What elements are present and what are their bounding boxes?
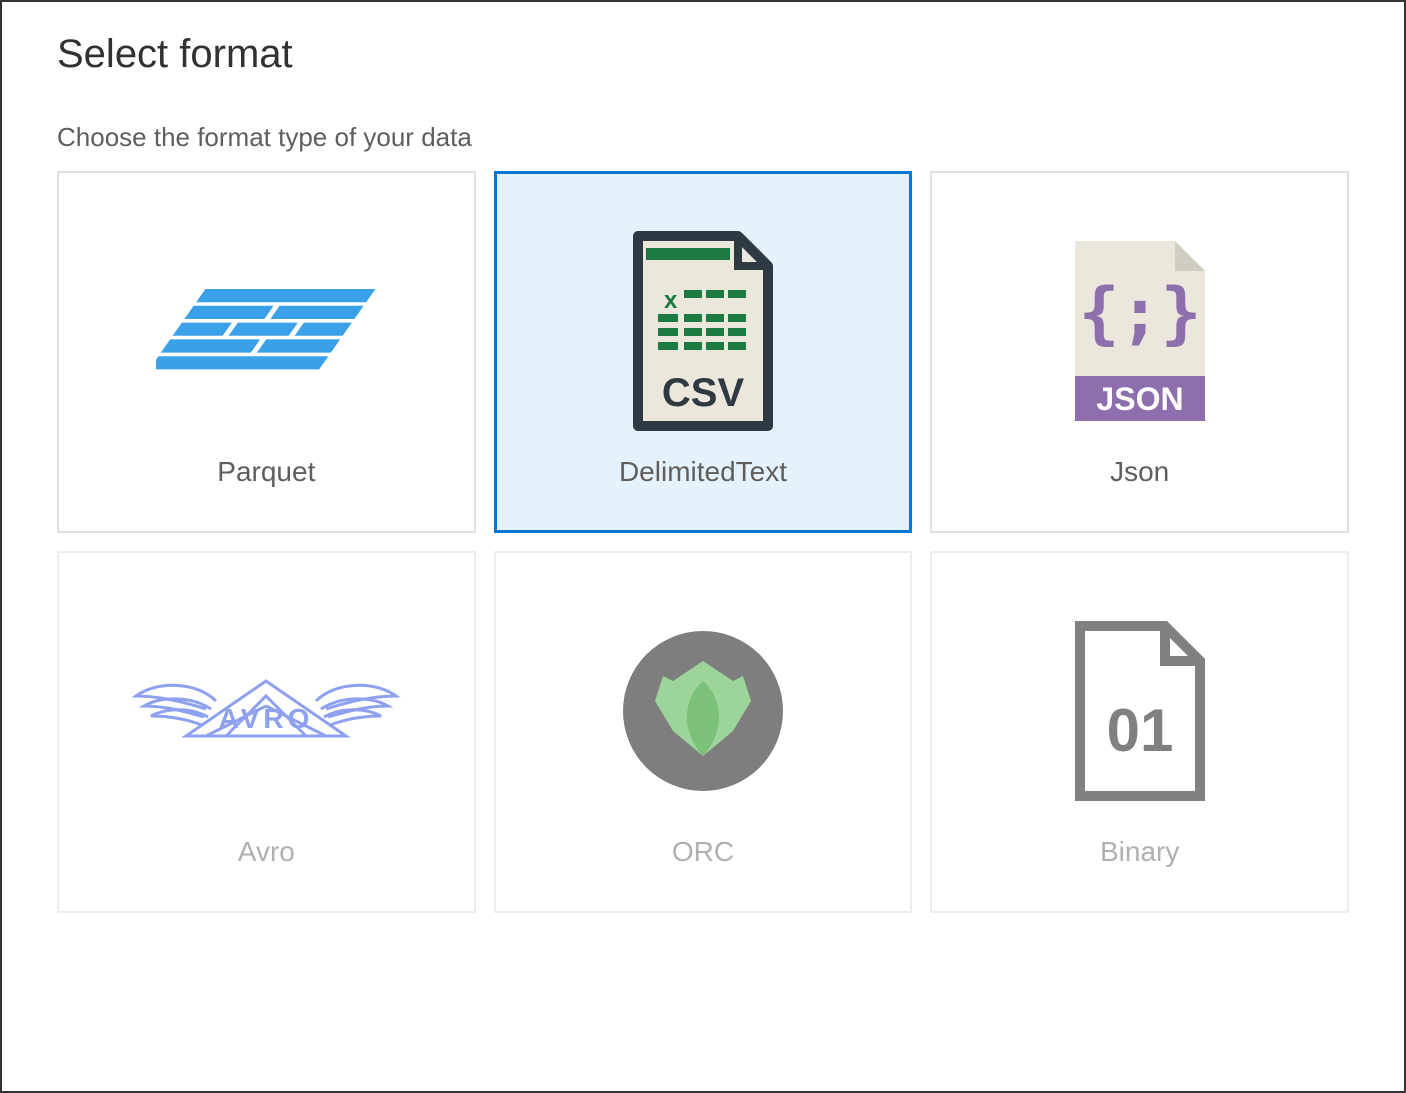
page-subtitle: Choose the format type of your data xyxy=(57,122,1349,153)
select-format-panel: Select format Choose the format type of … xyxy=(0,0,1406,1093)
format-card-parquet[interactable]: Parquet xyxy=(57,171,476,533)
parquet-icon xyxy=(156,216,376,446)
format-label: Json xyxy=(1110,456,1169,488)
format-label: Parquet xyxy=(217,456,315,488)
format-label: Avro xyxy=(238,836,295,868)
svg-text:AVRO: AVRO xyxy=(219,703,314,734)
format-card-json[interactable]: {;} JSON Json xyxy=(930,171,1349,533)
svg-text:CSV: CSV xyxy=(662,371,745,415)
page-title: Select format xyxy=(57,32,1349,77)
json-file-icon: {;} JSON xyxy=(1065,216,1215,446)
svg-text:JSON: JSON xyxy=(1096,381,1183,417)
format-grid: Parquet x xyxy=(57,171,1349,913)
avro-icon: AVRO xyxy=(126,596,406,826)
csv-file-icon: x CSV xyxy=(618,216,788,446)
format-card-avro[interactable]: AVRO Avro xyxy=(57,551,476,913)
svg-text:x: x xyxy=(664,287,678,314)
svg-text:{;}: {;} xyxy=(1078,274,1201,353)
format-card-delimitedtext[interactable]: x CSV xyxy=(494,171,913,533)
format-label: Binary xyxy=(1100,836,1179,868)
format-card-binary[interactable]: 01 Binary xyxy=(930,551,1349,913)
svg-text:01: 01 xyxy=(1106,697,1173,764)
format-label: ORC xyxy=(672,836,734,868)
orc-icon xyxy=(613,596,793,826)
format-card-orc[interactable]: ORC xyxy=(494,551,913,913)
format-label: DelimitedText xyxy=(619,456,787,488)
binary-file-icon: 01 xyxy=(1065,596,1215,826)
